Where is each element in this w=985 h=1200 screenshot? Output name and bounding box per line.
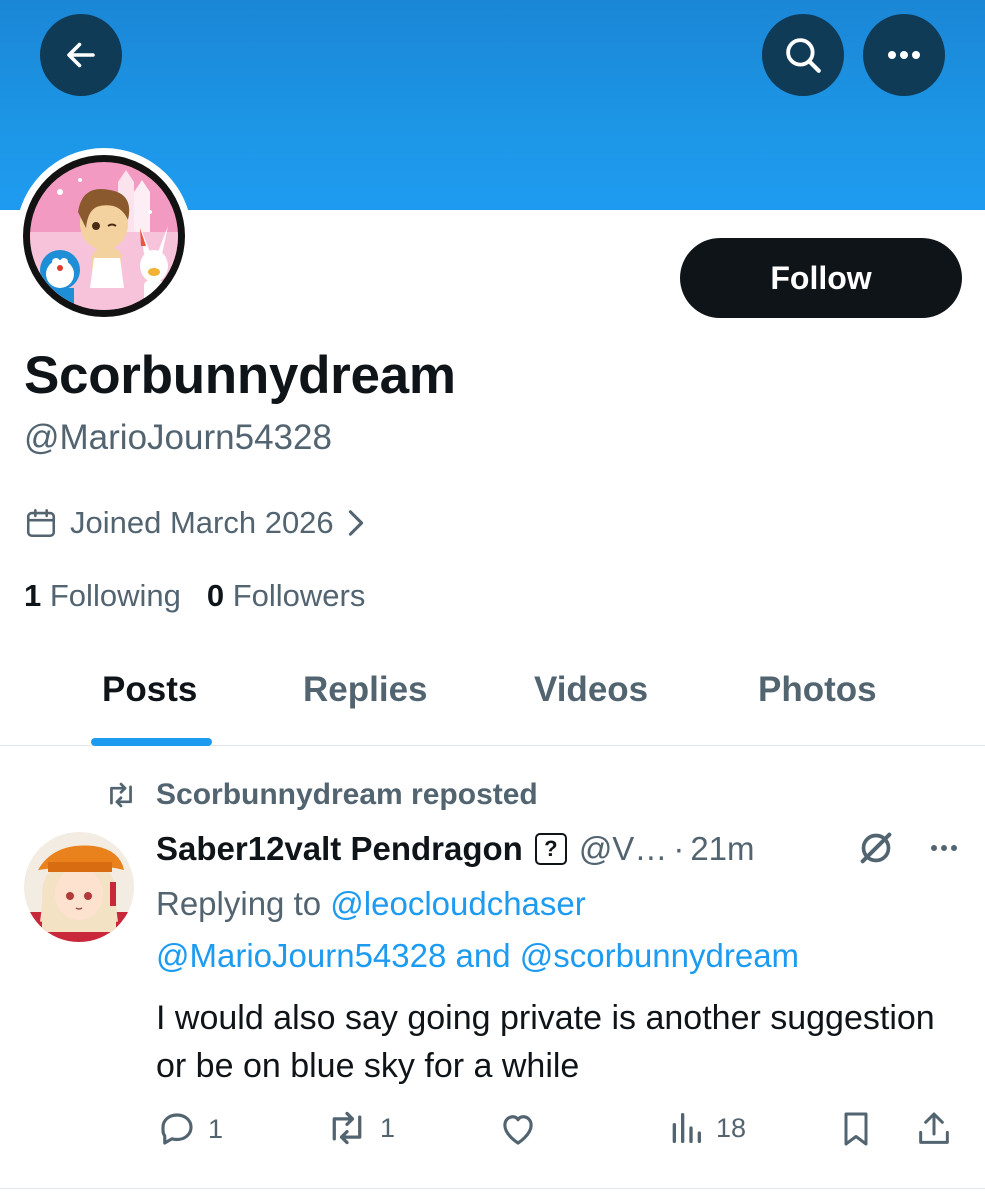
tab-replies[interactable]: Replies <box>303 670 428 710</box>
post-author-handle[interactable]: @V… <box>579 830 668 868</box>
chevron-right-icon <box>348 510 363 536</box>
heart-icon <box>503 1115 533 1145</box>
followers-label: Followers <box>232 578 366 613</box>
joined-date-row[interactable]: Joined March 2026 <box>24 505 366 541</box>
share-button[interactable] <box>914 1108 964 1150</box>
replying-and: and <box>455 937 511 974</box>
profile-tabs: Posts Replies Videos Photos <box>0 648 985 746</box>
share-icon <box>919 1112 949 1144</box>
post-more-icon[interactable] <box>924 826 964 866</box>
tab-photos[interactable]: Photos <box>758 670 877 710</box>
post-author-name[interactable]: Saber12valt Pendragon <box>156 830 523 868</box>
avatar-border <box>23 155 185 317</box>
question-badge-icon[interactable]: ? <box>534 833 567 865</box>
bookmark-button[interactable] <box>836 1108 886 1150</box>
tab-posts[interactable]: Posts <box>102 670 197 710</box>
followers-link[interactable]: 0 Followers <box>207 578 366 614</box>
follow-button[interactable]: Follow <box>680 238 962 318</box>
repost-icon <box>332 1111 362 1145</box>
tab-videos[interactable]: Videos <box>534 670 648 710</box>
post-body: I would also say going private is anothe… <box>156 999 935 1085</box>
bookmark-icon <box>844 1112 868 1146</box>
post-header: Saber12valt Pendragon ? @V… · 21m <box>156 826 966 872</box>
followers-count: 0 <box>206 578 225 613</box>
reply-button[interactable]: 1 <box>156 1108 223 1150</box>
avatar-image <box>30 162 178 310</box>
repost-icon <box>110 782 132 808</box>
grok-icon[interactable] <box>856 828 896 868</box>
reply-count: 1 <box>208 1113 224 1144</box>
following-label: Following <box>49 578 181 613</box>
replying-prefix: Replying to <box>156 885 322 922</box>
replying-to: Replying to @leocloudchaser @MarioJourn5… <box>156 878 966 982</box>
repost-count: 1 <box>380 1112 396 1143</box>
post-separator: · <box>673 830 685 867</box>
active-tab-indicator <box>91 738 212 746</box>
post-actions: 1 1 18 <box>156 1108 966 1154</box>
following-count: 1 <box>24 578 42 613</box>
like-button[interactable] <box>496 1108 550 1150</box>
mention-leocloudchaser[interactable]: @leocloudchaser <box>330 885 585 922</box>
views-button[interactable]: 18 <box>666 1108 746 1148</box>
mention-scorbunnydream[interactable]: @scorbunnydream <box>520 937 799 974</box>
more-button[interactable] <box>863 14 945 96</box>
follow-stats: 1 Following 0 Followers <box>24 578 391 614</box>
arrow-left-icon <box>67 42 95 68</box>
search-button[interactable] <box>762 14 844 96</box>
mention-mariojourn54328[interactable]: @MarioJourn54328 <box>156 937 446 974</box>
profile-display-name: Scorbunnydream <box>24 346 456 405</box>
joined-date-text: Joined March 2026 <box>70 505 334 540</box>
more-icon <box>888 51 920 59</box>
following-link[interactable]: 1 Following <box>24 578 181 614</box>
repost-button[interactable]: 1 <box>324 1108 395 1148</box>
back-button[interactable] <box>40 14 122 96</box>
post-timestamp[interactable]: 21m <box>690 830 754 868</box>
repost-text: Scorbunnydream reposted <box>156 778 538 811</box>
views-icon <box>672 1113 701 1143</box>
divider <box>0 1188 985 1189</box>
profile-avatar[interactable] <box>16 148 192 324</box>
reply-icon <box>161 1113 193 1145</box>
post-author-avatar[interactable] <box>24 832 134 942</box>
calendar-icon <box>26 508 56 538</box>
profile-handle: @MarioJourn54328 <box>24 418 332 457</box>
repost-indicator: Scorbunnydream reposted <box>104 778 538 812</box>
views-count: 18 <box>716 1112 747 1143</box>
search-icon <box>786 38 821 73</box>
